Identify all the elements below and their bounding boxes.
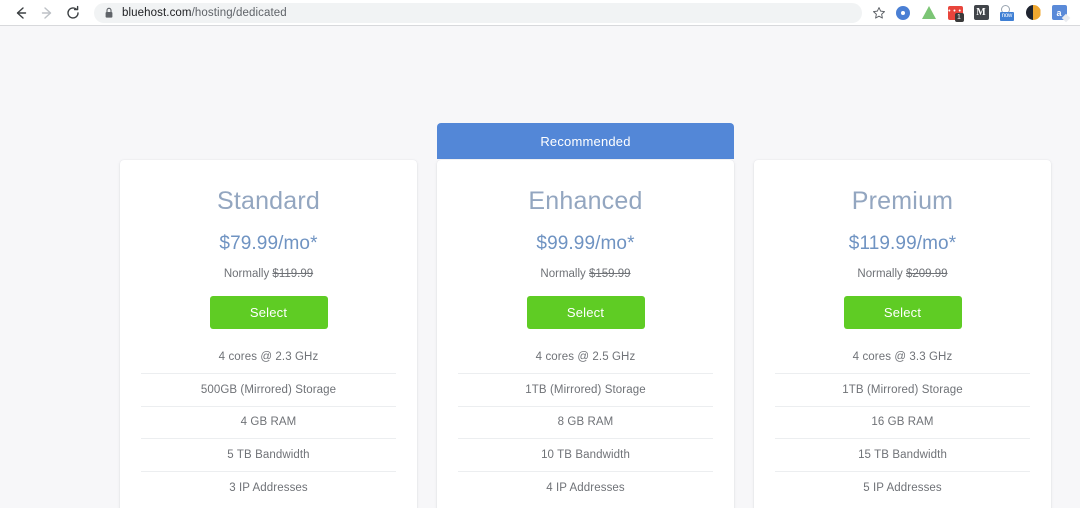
pricing-card-enhanced[interactable]: Enhanced $99.99/mo* Normally $159.99 Sel… bbox=[437, 160, 734, 508]
feature-row: 10 TB Bandwidth bbox=[458, 439, 713, 472]
now-label: now bbox=[999, 11, 1015, 21]
extension-search-now-icon[interactable]: now bbox=[996, 2, 1018, 24]
normal-price-value: $159.99 bbox=[589, 268, 631, 280]
plan-normal-price: Normally $209.99 bbox=[857, 268, 948, 281]
feature-row: 1TB (Mirrored) Storage bbox=[458, 374, 713, 407]
feature-list: 4 cores @ 2.5 GHz 1TB (Mirrored) Storage… bbox=[437, 342, 734, 505]
page-content: Recommended Standard $79.99/mo* Normally… bbox=[0, 26, 1080, 508]
plan-price: $119.99/mo* bbox=[848, 233, 957, 254]
feature-row: 15 TB Bandwidth bbox=[775, 439, 1030, 472]
plan-price: $79.99/mo* bbox=[219, 233, 318, 254]
feature-row: 4 cores @ 3.3 GHz bbox=[775, 342, 1030, 374]
moon-icon bbox=[1025, 5, 1041, 20]
feature-row: 5 TB Bandwidth bbox=[141, 439, 396, 472]
forward-button[interactable] bbox=[34, 0, 60, 26]
pricing-card-standard[interactable]: Standard $79.99/mo* Normally $119.99 Sel… bbox=[120, 160, 417, 508]
extension-badge-count: 1 bbox=[954, 12, 964, 22]
normal-price-value: $119.99 bbox=[272, 268, 314, 280]
plan-title: Enhanced bbox=[528, 187, 643, 215]
url-host: bluehost.com bbox=[122, 6, 192, 19]
reload-button[interactable] bbox=[60, 0, 86, 26]
recommended-badge: Recommended bbox=[437, 123, 734, 159]
circle-dot-icon bbox=[896, 5, 910, 20]
url-text: bluehost.com/hosting/dedicated bbox=[122, 7, 287, 19]
feature-row: 8 GB RAM bbox=[458, 407, 713, 439]
select-button-standard[interactable]: Select bbox=[209, 295, 328, 329]
flask-icon bbox=[922, 6, 936, 19]
normally-label: Normally bbox=[857, 268, 903, 280]
extension-flask-icon[interactable] bbox=[918, 2, 940, 24]
extension-m-letter-icon[interactable]: M bbox=[970, 2, 992, 24]
feature-list: 4 cores @ 2.3 GHz 500GB (Mirrored) Stora… bbox=[120, 342, 417, 505]
feature-row: 3 IP Addresses bbox=[229, 481, 308, 494]
normally-label: Normally bbox=[540, 268, 586, 280]
back-button[interactable] bbox=[8, 0, 34, 26]
select-button-premium[interactable]: Select bbox=[843, 295, 962, 329]
extensions-strip: ••• 1 M now a bbox=[892, 2, 1072, 24]
plan-title: Standard bbox=[216, 187, 321, 215]
feature-row: 16 GB RAM bbox=[775, 407, 1030, 439]
reload-icon bbox=[65, 5, 81, 21]
extension-translate-icon[interactable]: a bbox=[1048, 2, 1070, 24]
normal-price-value: $209.99 bbox=[906, 268, 948, 280]
back-arrow-icon bbox=[13, 5, 29, 21]
browser-toolbar: bluehost.com/hosting/dedicated ••• 1 M n bbox=[0, 0, 1080, 26]
feature-row: 1TB (Mirrored) Storage bbox=[775, 374, 1030, 407]
pricing-table: Recommended Standard $79.99/mo* Normally… bbox=[0, 26, 1080, 508]
m-letter-icon: M bbox=[973, 5, 989, 20]
pricing-card-premium[interactable]: Premium $119.99/mo* Normally $209.99 Sel… bbox=[754, 160, 1051, 508]
select-button-enhanced[interactable]: Select bbox=[526, 295, 645, 329]
feature-row: 5 IP Addresses bbox=[863, 481, 942, 494]
feature-row: 4 cores @ 2.3 GHz bbox=[141, 342, 396, 374]
bookmark-star-icon[interactable] bbox=[868, 2, 890, 24]
lock-icon bbox=[104, 7, 114, 19]
feature-list: 4 cores @ 3.3 GHz 1TB (Mirrored) Storage… bbox=[754, 342, 1051, 505]
url-path: /hosting/dedicated bbox=[191, 6, 287, 19]
extension-moon-icon[interactable] bbox=[1022, 2, 1044, 24]
forward-arrow-icon bbox=[39, 5, 55, 21]
address-bar[interactable]: bluehost.com/hosting/dedicated bbox=[94, 2, 862, 23]
plan-normal-price: Normally $159.99 bbox=[540, 268, 631, 281]
plan-price: $99.99/mo* bbox=[536, 233, 635, 254]
extension-circle-dot-icon[interactable] bbox=[892, 2, 914, 24]
plan-normal-price: Normally $119.99 bbox=[223, 268, 314, 281]
red-keyboard-icon: ••• 1 bbox=[947, 5, 964, 22]
feature-row: 4 IP Addresses bbox=[546, 481, 625, 494]
feature-row: 4 cores @ 2.5 GHz bbox=[458, 342, 713, 374]
feature-row: 4 GB RAM bbox=[141, 407, 396, 439]
plan-title: Premium bbox=[851, 187, 954, 215]
feature-row: 500GB (Mirrored) Storage bbox=[141, 374, 396, 407]
translate-icon: a bbox=[1051, 5, 1067, 20]
extension-red-keyboard-icon[interactable]: ••• 1 bbox=[944, 2, 966, 24]
normally-label: Normally bbox=[223, 268, 270, 280]
search-now-icon: now bbox=[999, 4, 1016, 21]
